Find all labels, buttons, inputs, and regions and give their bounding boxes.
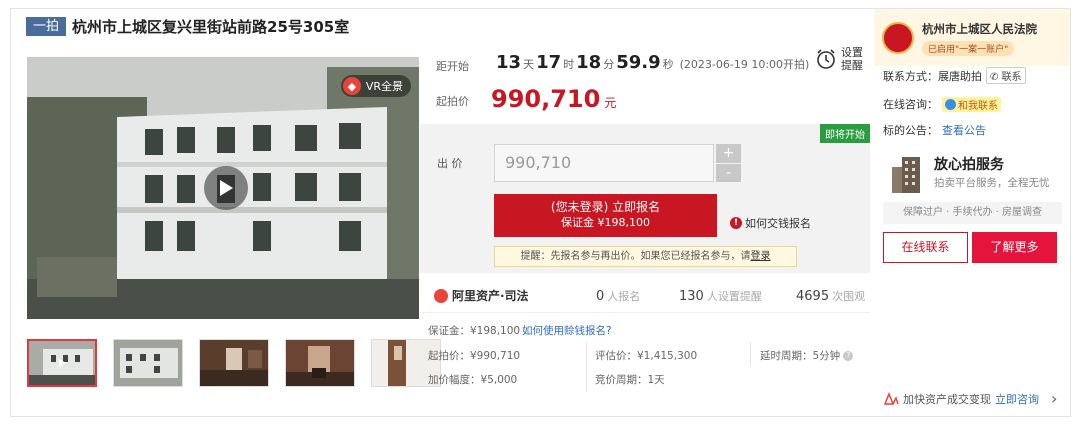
start-price-label: 起拍价 [436,95,469,108]
signup-button[interactable]: (您未登录) 立即报名 保证金 ¥198,100 [494,194,717,237]
vr-label: VR全景 [365,80,403,93]
help-icon[interactable]: ? [843,351,854,361]
service-title: 放心拍服务 [934,157,1004,173]
appraisal-price: 评估价：¥1,415,300 [595,350,698,362]
title-row: 一拍 杭州市上城区复兴里街站前路25号305室 [26,16,349,36]
ali-asset-logo: 阿里资产·司法 [434,287,529,304]
start-price-value: 990,710 元 [491,85,617,113]
consult-line: 在线咨询： 和我联系 [883,96,1001,112]
service-desc: 拍卖平台服务，全程无忧 [934,177,1050,189]
credit-signup-link[interactable]: 如何使用赊钱报名? [522,323,612,338]
status-badge: 即将开始 [820,124,870,143]
alarm-clock-icon [817,49,835,69]
thumbnail-strip [27,339,441,387]
login-link[interactable]: 登录 [751,251,771,262]
building-icon [892,157,920,193]
increase-button[interactable]: + [716,144,741,163]
bid-label: 出 价 [437,157,463,170]
increment-detail: 加价幅度：¥5,000 [428,374,518,386]
price-unit: 元 [604,96,617,110]
auction-round-tag: 一拍 [26,16,67,36]
sidebar: 杭州市上城区人民法院 已启用"一案一账户" 联系方式：展唐助拍 ✆ 联系 在线咨… [874,9,1070,416]
view-notice-link[interactable]: 查看公告 [942,122,986,138]
set-reminder-button[interactable]: 设置 提醒 [815,46,863,72]
login-tip: 提醒：先报名参与再出价。如果您已经报名参与，请登录 [494,246,797,267]
countdown-days: 13 [496,52,522,73]
delay-cycle: 延时周期：5分钟? [760,348,854,363]
stats-row: 阿里资产·司法 0 人报名 130 人设置提醒 4695 次围观 [420,279,870,313]
court-name: 杭州市上城区人民法院 [922,22,1037,36]
thumbnail-3[interactable] [199,339,269,387]
countdown-hours: 17 [536,52,562,73]
contact-button[interactable]: ✆ 联系 [986,67,1026,84]
vr-icon: ◆ [342,77,361,95]
thumbnail-4[interactable] [285,339,355,387]
view-count: 4695 次围观 [796,289,866,304]
deposit-info: 保证金：¥198,100 [428,325,521,337]
learn-more-button[interactable]: 了解更多 [972,232,1057,263]
reminder-count: 130 人设置提醒 [679,289,762,304]
chat-icon [945,98,956,110]
main-photo[interactable]: ◆ VR全景 [27,57,419,319]
ali-logo-icon [434,288,448,303]
consult-now-link[interactable]: 立即咨询 [995,391,1039,407]
notice-line: 标的公告： 查看公告 [883,122,986,138]
vr-badge[interactable]: ◆ VR全景 [340,75,411,97]
one-case-account-badge: 已启用"一案一账户" [922,41,1015,56]
info-icon: ! [730,217,742,229]
decrease-button[interactable]: - [716,163,741,182]
bid-panel: 即将开始 出 价 990,710 + - (您未登录) 立即报名 保证金 ¥19… [420,124,870,273]
contact-line: 联系方式：展唐助拍 ✆ 联系 [883,67,1026,84]
countdown-minutes: 18 [576,52,602,73]
countdown-seconds: 59.9 [616,52,661,73]
chevron-right-icon[interactable]: › [1051,389,1057,408]
start-time-note: (2023-06-19 10:00开拍) [679,58,810,71]
how-to-pay-link[interactable]: ! 如何交钱报名 [730,215,811,231]
page-title: 杭州市上城区复兴里街站前路25号305室 [72,17,350,36]
divider [586,342,587,392]
start-price-detail: 起拍价：¥990,710 [428,350,521,362]
bid-cycle: 竞价周期：1天 [595,374,665,386]
divider [750,342,751,366]
consult-footer: 加快资产成交变现 立即咨询 › [883,389,1057,408]
chat-button[interactable]: 和我联系 [942,96,1001,112]
court-header: 杭州市上城区人民法院 已启用"一案一账户" [874,9,1070,66]
signup-count: 0 人报名 [596,289,641,304]
bid-amount-input[interactable]: 990,710 [494,144,714,182]
thumbnail-2[interactable] [113,339,183,387]
speed-icon [883,391,899,405]
thumbnail-1[interactable] [27,339,97,387]
online-contact-button[interactable]: 在线联系 [883,232,968,263]
bid-stepper: + - [716,144,741,182]
countdown-label: 距开始 [436,60,469,73]
court-emblem-icon [882,22,914,54]
countdown: 13 天 17 时 18 分 59.9 秒 (2023-06-19 10:00开拍) [496,52,810,73]
play-button[interactable] [204,166,248,210]
play-icon [220,180,233,196]
service-tags: 保障过户 · 手续代办 · 房屋调查 [883,202,1062,224]
